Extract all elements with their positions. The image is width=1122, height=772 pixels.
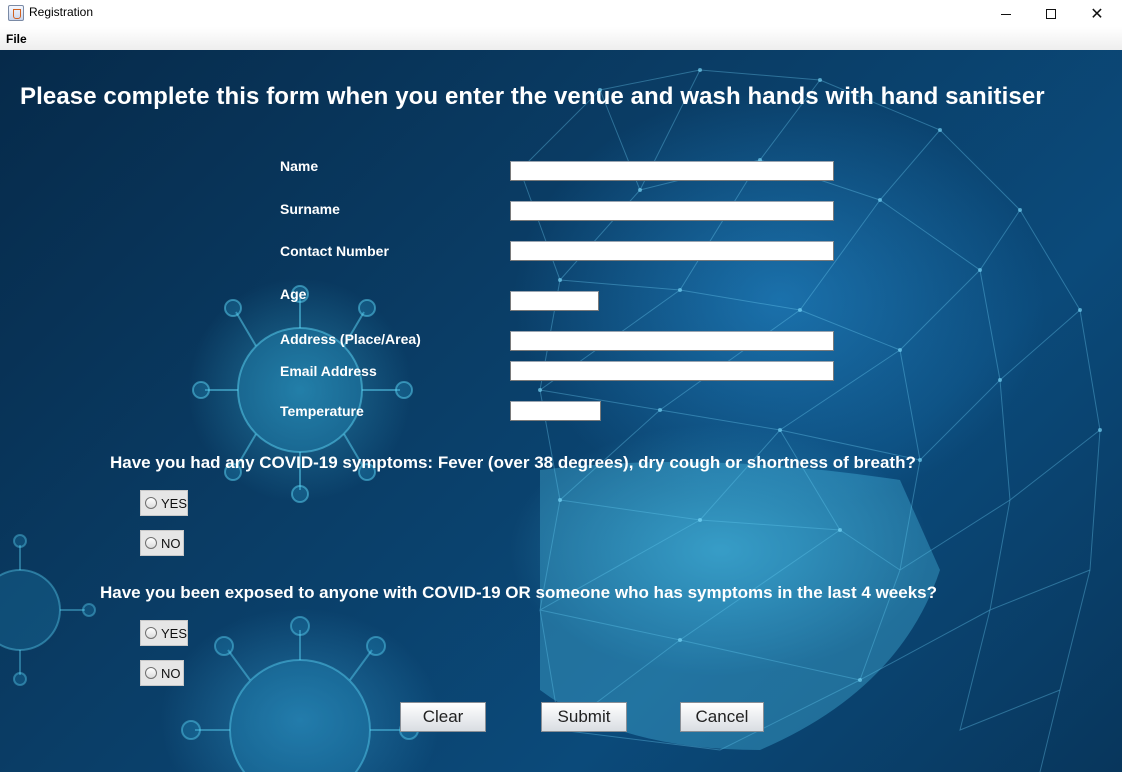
- temperature-label: Temperature: [280, 403, 364, 419]
- window-title: Registration: [29, 5, 94, 19]
- email-field[interactable]: [510, 361, 834, 381]
- radio-circle-icon: [145, 667, 157, 679]
- exposure-question: Have you been exposed to anyone with COV…: [100, 583, 937, 602]
- address-label: Address (Place/Area): [280, 331, 421, 347]
- maximize-button[interactable]: [1028, 0, 1074, 27]
- radio-label: YES: [161, 625, 188, 641]
- cancel-button[interactable]: Cancel: [680, 702, 764, 732]
- symptoms-question: Have you had any COVID-19 symptoms: Feve…: [110, 453, 916, 472]
- contact-number-label: Contact Number: [280, 243, 389, 259]
- close-icon: ✕: [1090, 3, 1104, 23]
- name-label: Name: [280, 158, 319, 174]
- surname-field[interactable]: [510, 201, 834, 221]
- temperature-field[interactable]: [510, 401, 601, 421]
- symptoms-yes-radio[interactable]: YES: [140, 490, 188, 516]
- radio-circle-icon: [145, 497, 157, 509]
- close-button[interactable]: ✕: [1074, 0, 1120, 27]
- menu-bar: File: [0, 27, 1122, 50]
- surname-label: Surname: [280, 201, 340, 217]
- exposure-yes-radio[interactable]: YES: [140, 620, 188, 646]
- form-panel: Please complete this form when you enter…: [0, 50, 1122, 772]
- menu-file[interactable]: File: [6, 32, 27, 46]
- radio-circle-icon: [145, 627, 157, 639]
- address-field[interactable]: [510, 331, 834, 351]
- exposure-no-radio[interactable]: NO: [140, 660, 184, 686]
- radio-label: NO: [161, 665, 181, 681]
- submit-button[interactable]: Submit: [541, 702, 627, 732]
- minimize-button[interactable]: [983, 0, 1029, 27]
- age-label: Age: [280, 286, 307, 302]
- form-heading: Please complete this form when you enter…: [20, 83, 1045, 110]
- java-cup-icon: [8, 5, 24, 21]
- symptoms-no-radio[interactable]: NO: [140, 530, 184, 556]
- minimize-icon: [1001, 14, 1011, 15]
- name-field[interactable]: [510, 161, 834, 181]
- clear-button[interactable]: Clear: [400, 702, 486, 732]
- radio-label: YES: [161, 495, 188, 511]
- radio-circle-icon: [145, 537, 157, 549]
- email-label: Email Address: [280, 363, 377, 379]
- radio-label: NO: [161, 535, 181, 551]
- contact-number-field[interactable]: [510, 241, 834, 261]
- age-field[interactable]: [510, 291, 599, 311]
- title-bar: Registration ✕: [0, 0, 1122, 27]
- maximize-icon: [1046, 8, 1056, 19]
